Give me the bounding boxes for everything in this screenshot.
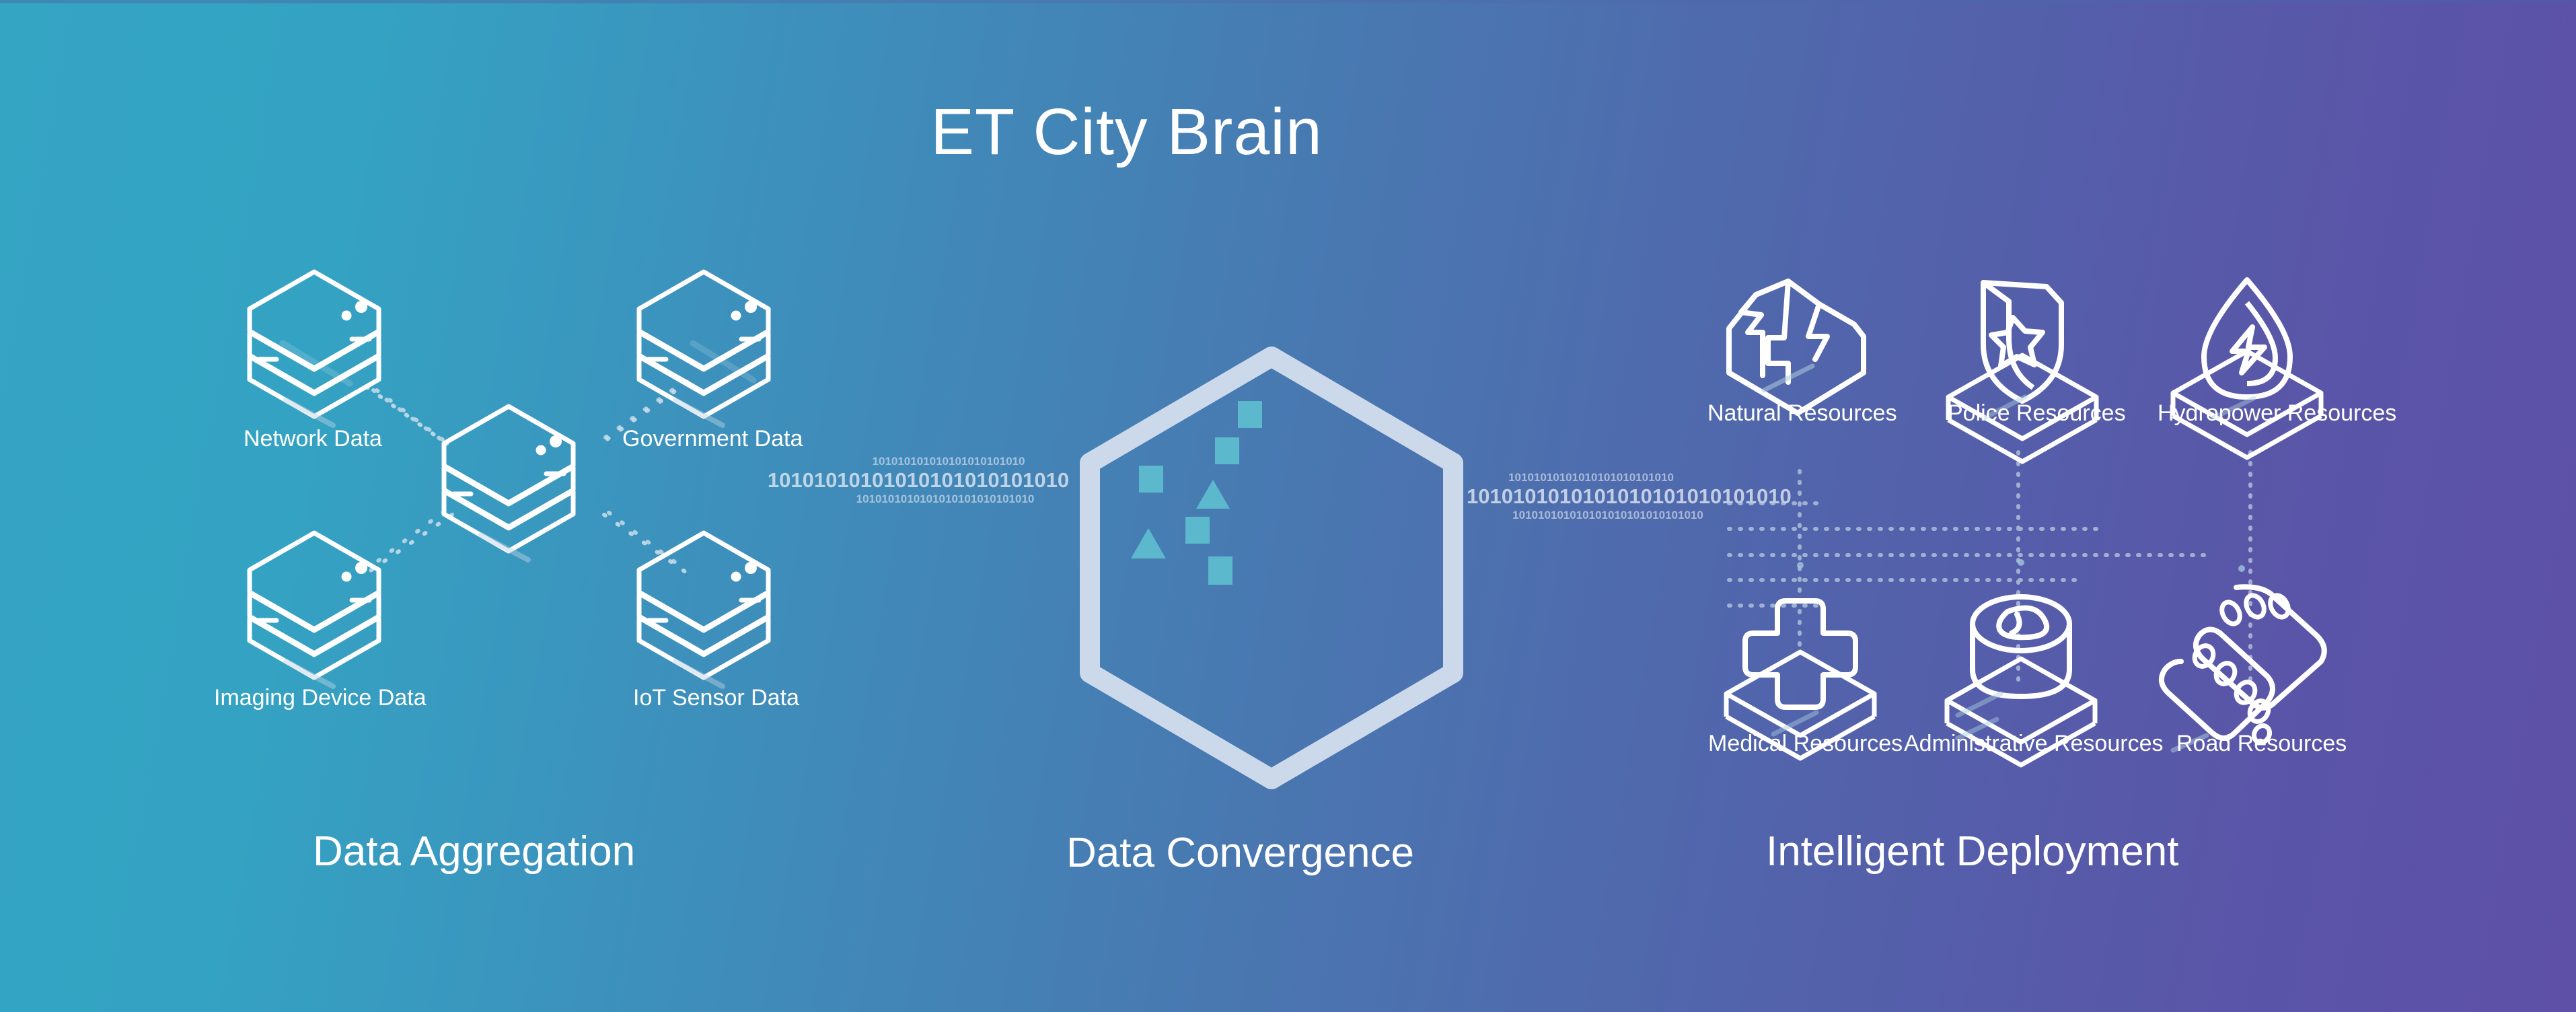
- resource-label-road: Road Resources: [2176, 731, 2347, 756]
- binary-row-2: 10101010101010101010101010: [767, 468, 1070, 492]
- shape-square-2: [1215, 437, 1239, 464]
- resource-label-medical: Medical Resources: [1708, 731, 1903, 756]
- binary-row-3: 101010101010101010101010101010: [1512, 509, 1703, 521]
- hexagon-outline-icon: [1080, 347, 1463, 789]
- shape-triangle-2: [1131, 528, 1166, 558]
- page-title: ET City Brain: [930, 95, 1323, 168]
- binary-row-2: 1010101010101010101010101010: [1467, 484, 1792, 508]
- section-caption-aggregation: Data Aggregation: [313, 828, 636, 875]
- shape-square-5: [1208, 556, 1232, 585]
- node-iot-icon: [639, 533, 768, 678]
- top-edge-strip: [0, 0, 2576, 3]
- node-label-government: Government Data: [622, 426, 803, 451]
- node-label-iot: IoT Sensor Data: [633, 685, 799, 711]
- section-caption-deployment: Intelligent Deployment: [1766, 828, 2179, 875]
- node-label-network: Network Data: [244, 426, 382, 451]
- shield-star-icon: [1948, 280, 2096, 462]
- shape-triangle-1: [1196, 480, 1230, 509]
- resource-label-hydropower: Hydropower Resources: [2158, 400, 2397, 426]
- node-center-icon: [444, 406, 573, 551]
- section-caption-convergence: Data Convergence: [1066, 830, 1414, 876]
- convergence-shapes: [1131, 401, 1262, 585]
- node-label-imaging: Imaging Device Data: [214, 685, 427, 711]
- binary-stream-right: 10101010101010101010101010 1010101010101…: [1467, 471, 1792, 522]
- water-drop-bolt-icon: [2173, 277, 2321, 458]
- node-imaging-icon: [250, 533, 379, 678]
- resource-label-administrative: Administrative Resources: [1904, 731, 2164, 756]
- shape-square-3: [1139, 466, 1163, 493]
- mountain-hexagon-icon: [1726, 279, 1866, 416]
- binary-row-1: 101010101010101010101010: [872, 455, 1025, 468]
- shape-square-1: [1238, 401, 1262, 428]
- resource-label-natural: Natural Resources: [1707, 400, 1897, 426]
- aggregation-dotted-links: [371, 383, 683, 569]
- binary-row-1: 10101010101010101010101010: [1508, 471, 1674, 484]
- node-government-icon: [639, 272, 768, 417]
- node-network-icon: [250, 272, 379, 417]
- binary-stream-left: 101010101010101010101010 101010101010101…: [760, 455, 1076, 506]
- winding-road-icon: [2158, 565, 2327, 753]
- shape-square-4: [1185, 517, 1210, 544]
- binary-row-3: 1010101010101010101010101010: [856, 493, 1035, 505]
- dotted-grid-icon: [1727, 450, 2252, 688]
- resource-label-police: Police Resources: [1948, 400, 2126, 426]
